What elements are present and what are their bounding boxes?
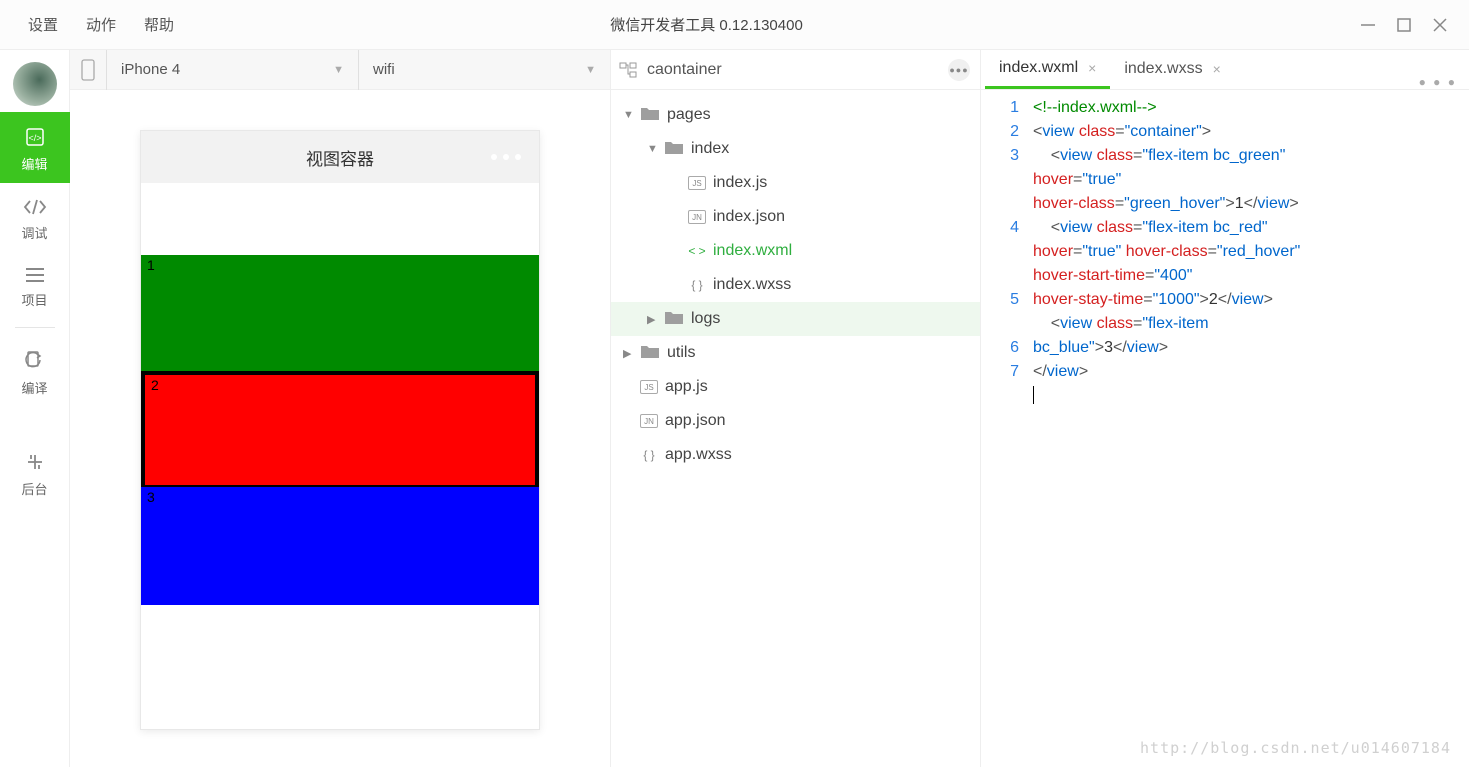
close-tab-icon[interactable]: × — [1213, 61, 1221, 77]
page-title: 视图容器 — [306, 145, 374, 170]
node-label: index.wxss — [713, 276, 791, 294]
file-node[interactable]: JS app.js — [611, 370, 980, 404]
tree-icon[interactable] — [619, 61, 637, 79]
tree-header: caontainer ●●● — [611, 50, 980, 90]
more-icon[interactable]: ● ● ● — [1419, 75, 1457, 89]
file-node[interactable]: { } app.wxss — [611, 438, 980, 472]
tab-label: index.wxss — [1124, 60, 1202, 78]
file-icon: JN — [688, 210, 706, 224]
file-tree-column: caontainer ●●● ▼ pages ▼ index JS index.js JN i… — [610, 50, 980, 767]
folder-node[interactable]: ▼ index — [611, 132, 980, 166]
code-icon — [23, 197, 47, 217]
sidebar-debug[interactable]: 调试 — [0, 183, 70, 252]
file-tree: ▼ pages ▼ index JS index.js JN index.json < > ind… — [611, 90, 980, 767]
file-icon: JS — [688, 176, 706, 190]
more-icon[interactable]: ●●● — [948, 59, 970, 81]
preview-column: iPhone 4▼ wifi▼ 视图容器 123 — [70, 50, 610, 767]
file-icon: < > — [688, 244, 706, 258]
file-icon: JN — [640, 414, 658, 428]
node-label: logs — [691, 310, 720, 328]
folder-node[interactable]: ▼ pages — [611, 98, 980, 132]
device-select[interactable]: iPhone 4▼ — [107, 50, 358, 90]
editor-tabs: index.wxml × index.wxss × ● ● ● — [981, 50, 1469, 90]
flex-item[interactable]: 2 — [141, 371, 539, 489]
svg-text:</>: </> — [28, 133, 41, 143]
code-editor[interactable]: 1234567 <!--index.wxml--><view class="co… — [981, 90, 1469, 767]
chevron-icon: ▼ — [647, 143, 657, 155]
code-area[interactable]: <!--index.wxml--><view class="container"… — [1033, 96, 1469, 767]
editor-tab[interactable]: index.wxml × — [985, 49, 1110, 89]
backend-icon — [24, 451, 46, 473]
close-tab-icon[interactable]: × — [1088, 60, 1096, 76]
file-node[interactable]: JN index.json — [611, 200, 980, 234]
folder-icon — [640, 343, 660, 364]
menu-icon — [24, 266, 46, 284]
network-select[interactable]: wifi▼ — [359, 50, 610, 90]
folder-node[interactable]: ▶ logs — [611, 302, 980, 336]
breadcrumb: caontainer — [647, 61, 948, 79]
file-icon: JS — [640, 380, 658, 394]
flex-item[interactable]: 3 — [141, 487, 539, 605]
phone-header: 视图容器 — [141, 131, 539, 183]
chevron-icon: ▶ — [623, 347, 633, 360]
folder-icon — [664, 139, 684, 160]
node-label: index — [691, 140, 729, 158]
node-label: app.js — [665, 378, 708, 396]
file-node[interactable]: < > index.wxml — [611, 234, 980, 268]
tab-label: index.wxml — [999, 59, 1078, 77]
node-label: app.json — [665, 412, 726, 430]
maximize-icon[interactable] — [1395, 16, 1413, 34]
chevron-down-icon: ▼ — [585, 64, 596, 76]
folder-icon — [664, 309, 684, 330]
more-dots-icon[interactable] — [491, 154, 521, 160]
flex-item[interactable]: 1 — [141, 255, 539, 373]
minimize-icon[interactable] — [1359, 16, 1377, 34]
file-icon: { } — [640, 448, 658, 462]
file-icon: { } — [688, 278, 706, 292]
folder-node[interactable]: ▶ utils — [611, 336, 980, 370]
line-gutter: 1234567 — [981, 96, 1033, 767]
avatar[interactable] — [13, 62, 57, 106]
node-label: index.js — [713, 174, 767, 192]
node-label: index.json — [713, 208, 785, 226]
sidebar-debug-label: 调试 — [21, 223, 47, 242]
chevron-icon: ▶ — [647, 313, 657, 326]
sidebar-edit[interactable]: </> 编辑 — [0, 112, 70, 183]
watermark: http://blog.csdn.net/u014607184 — [1140, 739, 1451, 757]
phone-icon[interactable] — [70, 59, 106, 81]
file-node[interactable]: { } index.wxss — [611, 268, 980, 302]
node-label: pages — [667, 106, 711, 124]
app-title: 微信开发者工具 0.12.130400 — [54, 14, 1359, 35]
node-label: index.wxml — [713, 242, 792, 260]
sidebar-project[interactable]: 项目 — [0, 252, 70, 319]
sidebar-compile-label: 编译 — [21, 378, 47, 397]
node-label: app.wxss — [665, 446, 732, 464]
titlebar: 设置 动作 帮助 微信开发者工具 0.12.130400 — [0, 0, 1469, 50]
editor-column: index.wxml × index.wxss × ● ● ● 1234567 <!--… — [980, 50, 1469, 767]
chevron-down-icon: ▼ — [333, 64, 344, 76]
chevron-icon: ▼ — [623, 109, 633, 121]
file-node[interactable]: JS index.js — [611, 166, 980, 200]
sidebar-separator — [15, 327, 55, 328]
compile-icon — [24, 350, 46, 372]
sidebar-backend[interactable]: 后台 — [0, 437, 70, 508]
sidebar-edit-label: 编辑 — [21, 154, 47, 173]
node-label: utils — [667, 344, 695, 362]
code-file-icon: </> — [24, 126, 46, 148]
left-sidebar: </> 编辑 调试 项目 编译 后台 — [0, 50, 70, 767]
preview-toolbar: iPhone 4▼ wifi▼ — [70, 50, 610, 90]
sidebar-compile[interactable]: 编译 — [0, 336, 70, 407]
sidebar-backend-label: 后台 — [21, 479, 47, 498]
folder-icon — [640, 105, 660, 126]
sidebar-project-label: 项目 — [21, 290, 47, 309]
file-node[interactable]: JN app.json — [611, 404, 980, 438]
editor-tab[interactable]: index.wxss × — [1110, 49, 1234, 89]
close-icon[interactable] — [1431, 16, 1449, 34]
phone-simulator: 视图容器 123 — [140, 130, 540, 730]
